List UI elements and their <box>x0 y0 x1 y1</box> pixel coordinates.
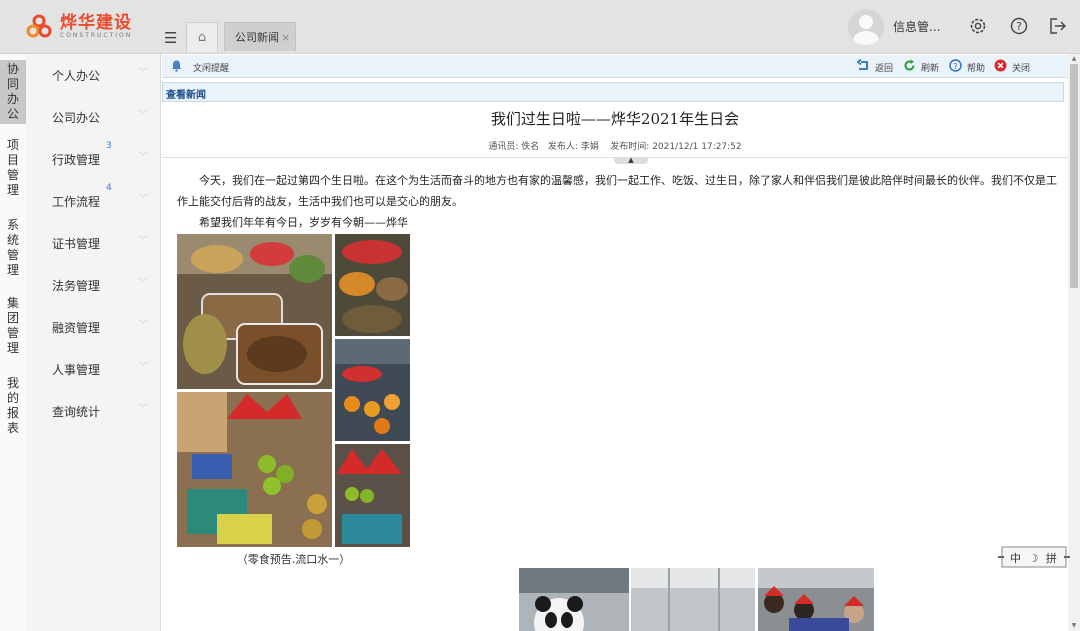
article-paragraph: 希望我们年年有今日，岁岁有今朝——烨华 <box>199 216 408 229</box>
settings-icon[interactable] <box>968 16 988 36</box>
sidebar-item-certificates[interactable]: 证书管理 ﹀ <box>26 222 160 264</box>
logo-subtext: CONSTRUCTION <box>60 32 133 39</box>
section-title: 查看新闻 <box>166 90 206 101</box>
section-header <box>162 82 1064 102</box>
chevron-down-icon: ﹀ <box>138 194 148 205</box>
chevron-down-icon: ﹀ <box>138 110 148 121</box>
menu-toggle-icon[interactable]: ☰ <box>164 29 177 47</box>
back-button[interactable]: 返回 <box>875 61 893 74</box>
scrollbar-thumb[interactable] <box>1070 64 1078 288</box>
rail-item-group[interactable]: 集团管理 <box>0 296 26 360</box>
count-badge: 3 <box>106 141 112 151</box>
avatar[interactable] <box>848 9 884 45</box>
sidebar-item-hr[interactable]: 人事管理 ﹀ <box>26 348 160 390</box>
sidebar-item-company-office[interactable]: 公司办公 ﹀ <box>26 96 160 138</box>
username[interactable]: 信息管... <box>893 18 940 35</box>
back-icon[interactable] <box>857 59 870 72</box>
tab-close-icon[interactable]: × <box>281 31 290 44</box>
publisher-label: 发布人: <box>547 142 578 152</box>
sidebar-item-personal-office[interactable]: 个人办公 ﹀ <box>26 54 160 96</box>
photo-caption: （零食预告.流口水一） <box>236 553 351 566</box>
party-photo-row <box>519 568 874 631</box>
bell-icon <box>171 60 182 72</box>
refresh-icon[interactable] <box>903 59 916 72</box>
rail-item-reports[interactable]: 我的报表 <box>0 376 26 440</box>
reporter-label: 通讯员: <box>488 142 519 152</box>
collapse-toggle[interactable]: ▲ <box>614 157 648 164</box>
chevron-down-icon: ﹀ <box>138 404 148 415</box>
help-icon[interactable]: ? <box>1009 16 1029 36</box>
reporter-value: 佚名 <box>521 142 540 152</box>
rail-item-collab[interactable]: 协同办公 <box>0 60 26 124</box>
publisher-value: 李娟 <box>580 142 599 152</box>
reminder-link[interactable]: 文闲提醒 <box>193 61 229 74</box>
scroll-down-icon[interactable]: ▼ <box>1068 621 1080 631</box>
article-title: 我们过生日啦——烨华2021年生日会 <box>490 110 740 128</box>
chevron-down-icon: ﹀ <box>138 278 148 289</box>
chevron-down-icon: ﹀ <box>138 320 148 331</box>
logo-text: 烨华建设 <box>60 13 132 33</box>
logout-icon[interactable] <box>1048 16 1068 36</box>
rail-item-project[interactable]: 项目管理 <box>0 138 26 202</box>
svg-text:?: ? <box>953 62 957 71</box>
sidebar-item-query-stats[interactable]: 查询统计 ﹀ <box>26 390 160 432</box>
chevron-down-icon: ﹀ <box>138 152 148 163</box>
time-label: 发布时间: <box>610 142 650 152</box>
article-paragraph: 今天，我们在一起过第四个生日啦。在这个为生活而奋斗的地方也有家的温馨感，我们一起… <box>177 174 1057 208</box>
logo-mark-icon <box>26 14 52 38</box>
svg-text:?: ? <box>1016 20 1022 33</box>
help-button[interactable]: 帮助 <box>967 61 985 74</box>
chevron-down-icon: ﹀ <box>138 236 148 247</box>
tab-home[interactable]: ⌂ <box>186 22 218 52</box>
time-value: 2021/12/1 17:27:52 <box>652 142 742 152</box>
tab-label: 公司新闻 <box>235 31 279 44</box>
count-badge: 4 <box>106 183 112 193</box>
chevron-down-icon: ﹀ <box>138 362 148 373</box>
sidebar: 个人办公 ﹀ 公司办公 ﹀ 行政管理 3 ﹀ 工作流程 4 ﹀ 证书管理 ﹀ 法务管理 ﹀ 融资… <box>26 54 161 631</box>
chevron-down-icon: ﹀ <box>138 68 148 79</box>
home-icon: ⌂ <box>197 30 207 45</box>
close-icon[interactable] <box>994 59 1007 72</box>
company-logo[interactable]: 烨华建设 CONSTRUCTION <box>24 12 132 42</box>
refresh-button[interactable]: 刷新 <box>921 61 939 74</box>
rail-item-system[interactable]: 系统管理 <box>0 218 26 282</box>
ime-label: 中 ☽ 拼 <box>1010 552 1059 565</box>
snacks-photo-collage <box>177 234 410 547</box>
ime-toolbar[interactable]: 中 ☽ 拼 <box>998 543 1070 571</box>
sidebar-item-admin[interactable]: 行政管理 3 ﹀ <box>26 138 160 180</box>
help-circle-icon[interactable]: ? <box>949 59 962 72</box>
sidebar-item-financing[interactable]: 融资管理 ﹀ <box>26 306 160 348</box>
tab-company-news[interactable]: 公司新闻 × <box>224 22 296 51</box>
scroll-up-icon[interactable]: ▲ <box>1068 54 1080 64</box>
article-meta: 通讯员: 佚名 发布人: 李娟 发布时间: 2021/12/1 17:27:52 <box>162 139 1068 152</box>
close-button[interactable]: 关闭 <box>1012 61 1030 74</box>
sidebar-item-workflow[interactable]: 工作流程 4 ﹀ <box>26 180 160 222</box>
sidebar-item-legal[interactable]: 法务管理 ﹀ <box>26 264 160 306</box>
